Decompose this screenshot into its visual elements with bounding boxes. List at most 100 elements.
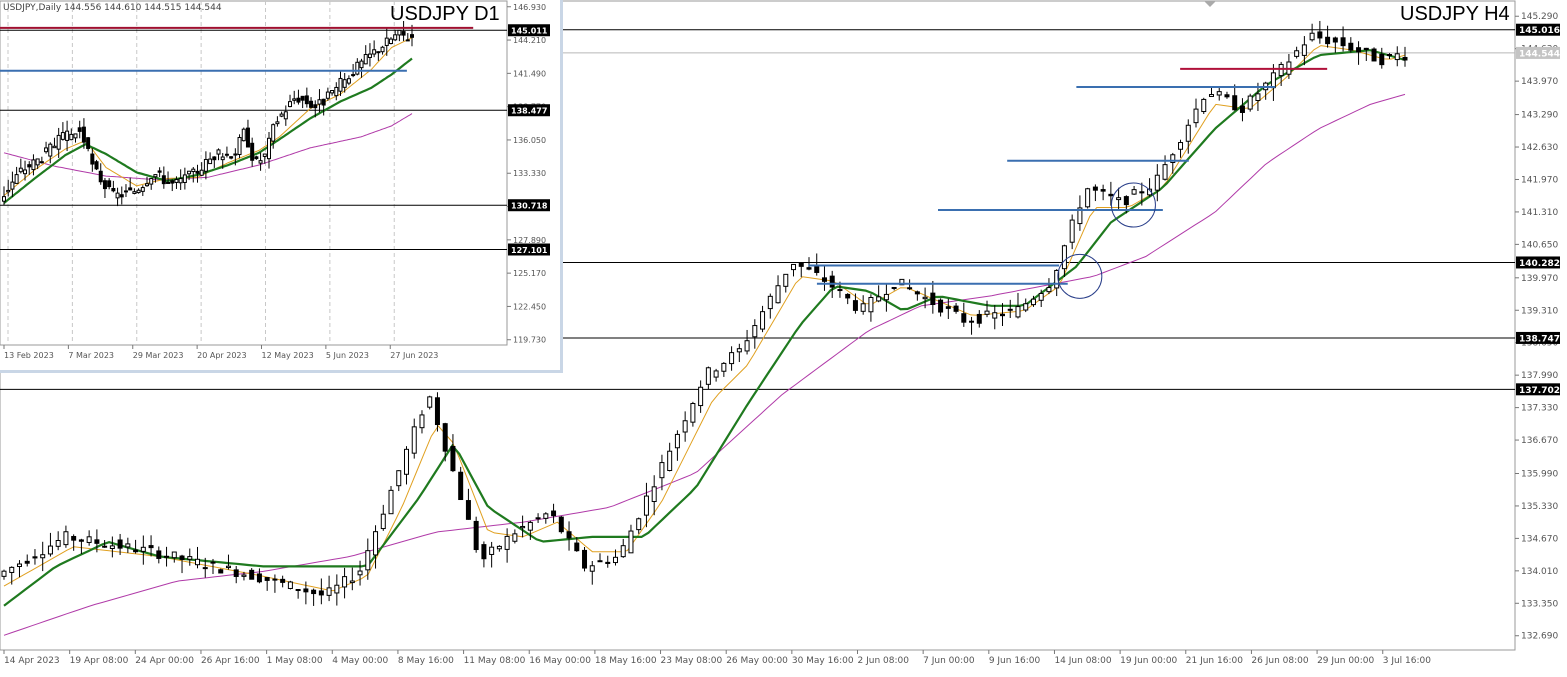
d1-info-line: USDJPY,Daily 144.556 144.610 144.515 144… (3, 3, 222, 13)
y-tick-label: 125.170 (513, 269, 546, 278)
x-tick-label: 27 Jun 2023 (390, 351, 438, 360)
candle-body (705, 367, 711, 385)
price-level-label: 137.702 (1519, 386, 1560, 396)
candle-body (363, 54, 368, 65)
candle-body (388, 489, 394, 515)
candle-body (125, 543, 131, 548)
candle-body (1301, 44, 1307, 56)
y-tick-label: 119.730 (513, 336, 546, 345)
candle-body (1116, 197, 1122, 201)
candle-body (272, 578, 278, 581)
chart-shift-marker (1204, 1, 1216, 7)
candle-body (1232, 95, 1238, 111)
candle-body (1030, 298, 1036, 306)
candle-body (153, 174, 158, 178)
candle-body (930, 292, 936, 306)
candle-body (442, 423, 448, 452)
x-tick-label: 7 Mar 2023 (68, 351, 114, 360)
x-tick-label: 14 Jun 08:00 (1054, 656, 1111, 666)
x-tick-label: 9 Jun 16:00 (989, 656, 1041, 666)
candle-body (814, 265, 820, 273)
candle-body (303, 588, 309, 593)
x-tick-label: 4 May 00:00 (332, 656, 388, 666)
candle-body (367, 53, 372, 58)
candle-body (388, 38, 393, 45)
candle-body (148, 545, 154, 549)
price-level-label: 130.718 (511, 202, 548, 211)
x-tick-label: 18 May 16:00 (595, 656, 657, 666)
candle-body (81, 126, 86, 143)
candle-body (605, 561, 611, 564)
candle-body (1247, 95, 1253, 110)
candle-body (992, 312, 998, 319)
price-level-label: 138.747 (1519, 334, 1560, 344)
candle-body (156, 550, 162, 559)
candle-body (27, 164, 32, 168)
d1-chart[interactable]: 146.930144.210141.490138.770136.050133.3… (0, 0, 560, 370)
candle-body (690, 403, 696, 423)
x-tick-label: 24 Apr 00:00 (135, 656, 194, 666)
plot-frame (0, 0, 508, 346)
y-tick-label: 146.930 (513, 3, 546, 12)
candle-body (351, 74, 356, 77)
candle-body (1178, 142, 1184, 150)
candle-body (338, 77, 343, 92)
candle-body (535, 517, 541, 520)
candle-body (504, 535, 510, 550)
candle-body (279, 113, 284, 117)
x-tick-label: 14 Apr 2023 (4, 656, 60, 666)
candle-body (233, 153, 238, 156)
candle-body (309, 100, 314, 108)
candle-body (938, 299, 944, 313)
candle-body (1015, 306, 1021, 318)
candle-body (250, 142, 255, 161)
candle-body (16, 563, 22, 567)
d1-chart-title: USDJPY D1 (390, 3, 500, 25)
candle-body (1162, 164, 1168, 180)
candle-body (102, 180, 107, 190)
y-tick-label: 136.670 (1521, 436, 1558, 446)
d1-inset-chart[interactable]: 146.930144.210141.490138.770136.050133.3… (0, 0, 563, 373)
candle-body (171, 551, 177, 559)
candle-body (98, 170, 103, 183)
candle-body (56, 134, 61, 150)
candle-body (264, 577, 270, 581)
candle-body (23, 169, 28, 175)
candle-body (496, 545, 502, 550)
candle-body (90, 153, 95, 165)
candle-body (481, 544, 487, 560)
y-tick-label: 134.010 (1521, 567, 1558, 577)
candle-body (229, 156, 234, 159)
candle-body (783, 273, 789, 287)
candle-body (69, 133, 74, 141)
x-tick-label: 26 May 00:00 (726, 656, 788, 666)
candle-body (1, 570, 7, 577)
y-tick-label: 133.350 (1521, 599, 1558, 609)
candle-body (396, 470, 402, 487)
candle-body (78, 539, 84, 542)
candle-body (115, 192, 120, 199)
price-level-label: 145.011 (511, 27, 548, 36)
candle-body (1100, 189, 1106, 192)
candle-body (39, 161, 44, 164)
candle-body (845, 293, 851, 299)
candle-body (558, 516, 564, 533)
candle-body (317, 99, 322, 105)
candle-body (1317, 31, 1323, 39)
x-tick-label: 5 Jun 2023 (326, 351, 369, 360)
candle-body (798, 262, 804, 267)
candle-body (397, 29, 402, 36)
candle-body (170, 180, 175, 184)
candle-body (852, 300, 858, 311)
candle-body (628, 530, 634, 554)
candle-body (674, 433, 680, 449)
candle-body (945, 306, 951, 309)
candle-body (976, 313, 982, 324)
price-level-label: 138.477 (511, 107, 547, 116)
candle-body (373, 531, 379, 556)
candle-body (405, 39, 410, 42)
candle-body (821, 277, 827, 282)
candle-body (123, 190, 128, 193)
candle-body (953, 305, 959, 312)
candle-body (182, 174, 187, 183)
